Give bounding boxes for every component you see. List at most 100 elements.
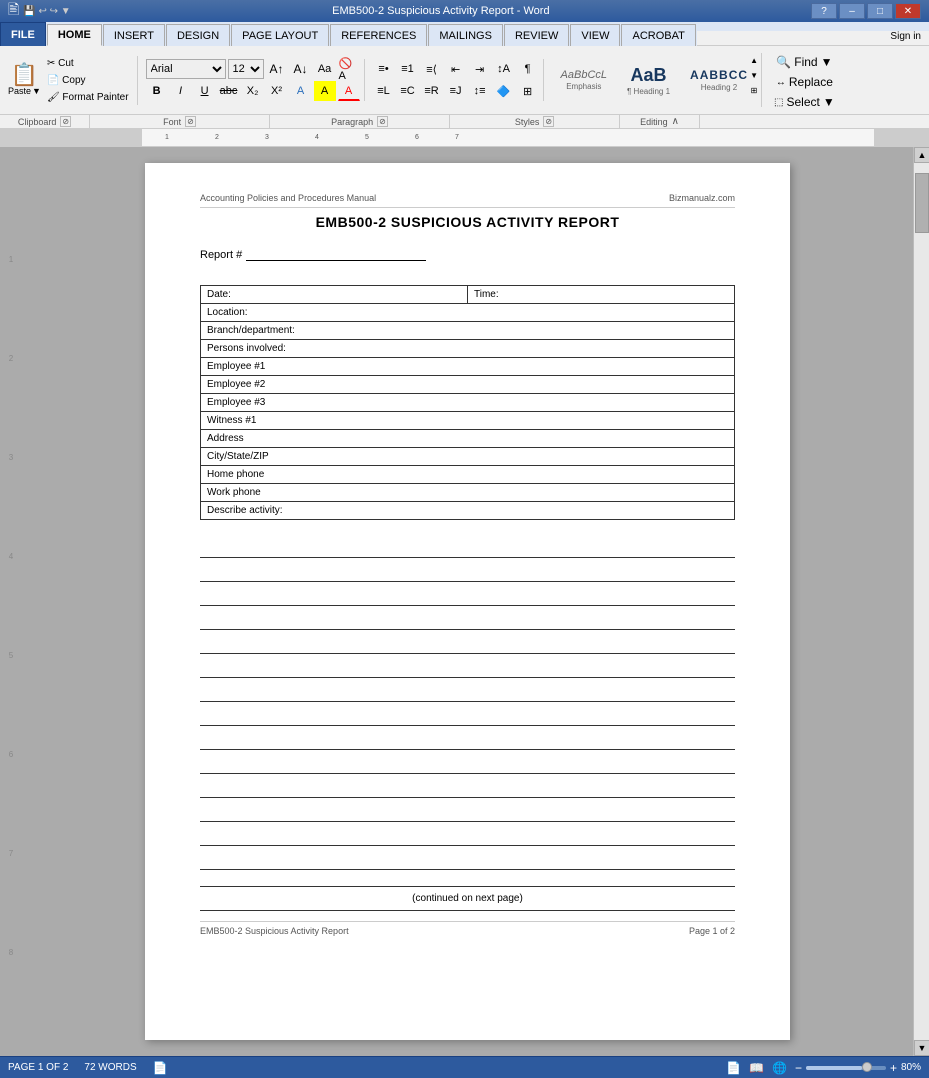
bullets-button[interactable]: ≡• [373, 59, 395, 79]
multilevel-button[interactable]: ≡⟨ [421, 59, 443, 79]
change-case-button[interactable]: Aa [314, 59, 336, 79]
tab-review[interactable]: REVIEW [504, 24, 569, 46]
activity-line-4[interactable] [200, 608, 735, 630]
zoom-handle[interactable] [862, 1062, 872, 1072]
clipboard-launcher[interactable]: ⊘ [60, 116, 71, 127]
text-effect-button[interactable]: A [290, 81, 312, 101]
citystatzip-cell[interactable]: City/State/ZIP [201, 448, 735, 466]
font-launcher[interactable]: ⊘ [185, 116, 196, 127]
persons-cell[interactable]: Persons involved: [201, 340, 735, 358]
tab-design[interactable]: DESIGN [166, 24, 230, 46]
activity-line-14[interactable] [200, 848, 735, 870]
employee1-cell[interactable]: Employee #1 [201, 358, 735, 376]
tab-references[interactable]: REFERENCES [330, 24, 427, 46]
paste-dropdown-icon[interactable]: ▼ [32, 86, 41, 96]
align-center-button[interactable]: ≡C [397, 81, 419, 101]
font-size-select[interactable]: 12 [228, 59, 264, 79]
sign-in-text[interactable]: Sign in [890, 31, 921, 45]
italic-button[interactable]: I [170, 81, 192, 101]
report-number-line[interactable] [246, 248, 426, 261]
activity-line-6[interactable] [200, 656, 735, 678]
tab-home[interactable]: HOME [47, 24, 102, 46]
styles-launcher[interactable]: ⊘ [543, 116, 554, 127]
zoom-percent[interactable]: 80% [901, 1062, 921, 1073]
show-marks-button[interactable]: ¶ [517, 59, 539, 79]
superscript-button[interactable]: X² [266, 81, 288, 101]
read-mode-icon[interactable]: 📖 [749, 1061, 764, 1075]
activity-line-2[interactable] [200, 560, 735, 582]
select-button[interactable]: ⬚ Select ▼ [770, 93, 839, 111]
activity-line-11[interactable] [200, 776, 735, 798]
tab-view[interactable]: VIEW [570, 24, 620, 46]
employee3-cell[interactable]: Employee #3 [201, 394, 735, 412]
find-dropdown[interactable]: ▼ [821, 55, 833, 69]
editing-collapse[interactable]: ∧ [672, 116, 679, 127]
scroll-thumb[interactable] [915, 173, 929, 233]
vertical-scrollbar[interactable]: ▲ ▼ [913, 147, 929, 1056]
clear-format-button[interactable]: 🚫A [338, 59, 360, 79]
date-cell[interactable]: Date: [201, 286, 468, 304]
activity-line-5[interactable] [200, 632, 735, 654]
cut-button[interactable]: ✂ Cut [43, 56, 133, 71]
format-painter-button[interactable]: 🖌 Format Painter [43, 90, 133, 105]
zoom-slider[interactable] [806, 1066, 886, 1070]
tab-acrobat[interactable]: ACROBAT [621, 24, 695, 46]
decrease-font-button[interactable]: A↓ [290, 59, 312, 79]
font-color-button[interactable]: A [338, 81, 360, 101]
activity-line-10[interactable] [200, 752, 735, 774]
paste-label[interactable]: Paste ▼ [8, 86, 41, 96]
tab-insert[interactable]: INSERT [103, 24, 165, 46]
decrease-indent-button[interactable]: ⇤ [445, 59, 467, 79]
copy-button[interactable]: 📄 Copy [43, 73, 133, 88]
activity-line-3[interactable] [200, 584, 735, 606]
close-button[interactable]: ✕ [895, 3, 921, 19]
select-dropdown[interactable]: ▼ [823, 95, 835, 109]
justify-button[interactable]: ≡J [445, 81, 467, 101]
web-view-icon[interactable]: 🌐 [772, 1061, 787, 1075]
layout-icon[interactable]: 📄 [726, 1061, 741, 1075]
tab-mailings[interactable]: MAILINGS [428, 24, 503, 46]
increase-font-button[interactable]: A↑ [266, 59, 288, 79]
paragraph-launcher[interactable]: ⊘ [377, 116, 388, 127]
witness1-cell[interactable]: Witness #1 [201, 412, 735, 430]
underline-button[interactable]: U [194, 81, 216, 101]
zoom-in-button[interactable]: + [890, 1061, 897, 1075]
styles-scroll-up[interactable]: ▲ [747, 53, 761, 67]
bold-button[interactable]: B [146, 81, 168, 101]
tab-file[interactable]: FILE [0, 22, 46, 46]
style-heading2[interactable]: AABBCC Heading 2 [681, 55, 757, 105]
activity-line-1[interactable] [200, 536, 735, 558]
scroll-up-button[interactable]: ▲ [914, 147, 929, 163]
help-button[interactable]: ? [811, 3, 837, 19]
scroll-track[interactable] [914, 163, 929, 1040]
zoom-out-button[interactable]: − [795, 1061, 802, 1075]
proofing-icon[interactable]: 📄 [153, 1061, 168, 1075]
subscript-button[interactable]: X₂ [242, 81, 264, 101]
strikethrough-button[interactable]: abc [218, 81, 240, 101]
activity-line-7[interactable] [200, 680, 735, 702]
paste-button[interactable]: 📋 Paste ▼ [8, 64, 41, 96]
describe-cell[interactable]: Describe activity: [201, 502, 735, 520]
time-cell[interactable]: Time: [468, 286, 735, 304]
activity-line-8[interactable] [200, 704, 735, 726]
styles-scroll-down[interactable]: ▼ [747, 68, 761, 82]
style-heading1[interactable]: AaB ¶ Heading 1 [618, 55, 679, 105]
line-spacing-button[interactable]: ↕≡ [469, 81, 491, 101]
shading-button[interactable]: 🔷 [493, 81, 515, 101]
sort-button[interactable]: ↕A [493, 59, 515, 79]
activity-line-13[interactable] [200, 824, 735, 846]
align-right-button[interactable]: ≡R [421, 81, 443, 101]
tab-pagelayout[interactable]: PAGE LAYOUT [231, 24, 329, 46]
branch-cell[interactable]: Branch/department: [201, 322, 735, 340]
activity-line-12[interactable] [200, 800, 735, 822]
style-emphasis[interactable]: AaBbCcL Emphasis [552, 55, 616, 105]
address-cell[interactable]: Address [201, 430, 735, 448]
borders-button[interactable]: ⊞ [517, 81, 539, 101]
minimize-button[interactable]: – [839, 3, 865, 19]
increase-indent-button[interactable]: ⇥ [469, 59, 491, 79]
find-button[interactable]: 🔍 Find ▼ [772, 53, 836, 71]
numbering-button[interactable]: ≡1 [397, 59, 419, 79]
activity-line-9[interactable] [200, 728, 735, 750]
employee2-cell[interactable]: Employee #2 [201, 376, 735, 394]
highlight-button[interactable]: A [314, 81, 336, 101]
